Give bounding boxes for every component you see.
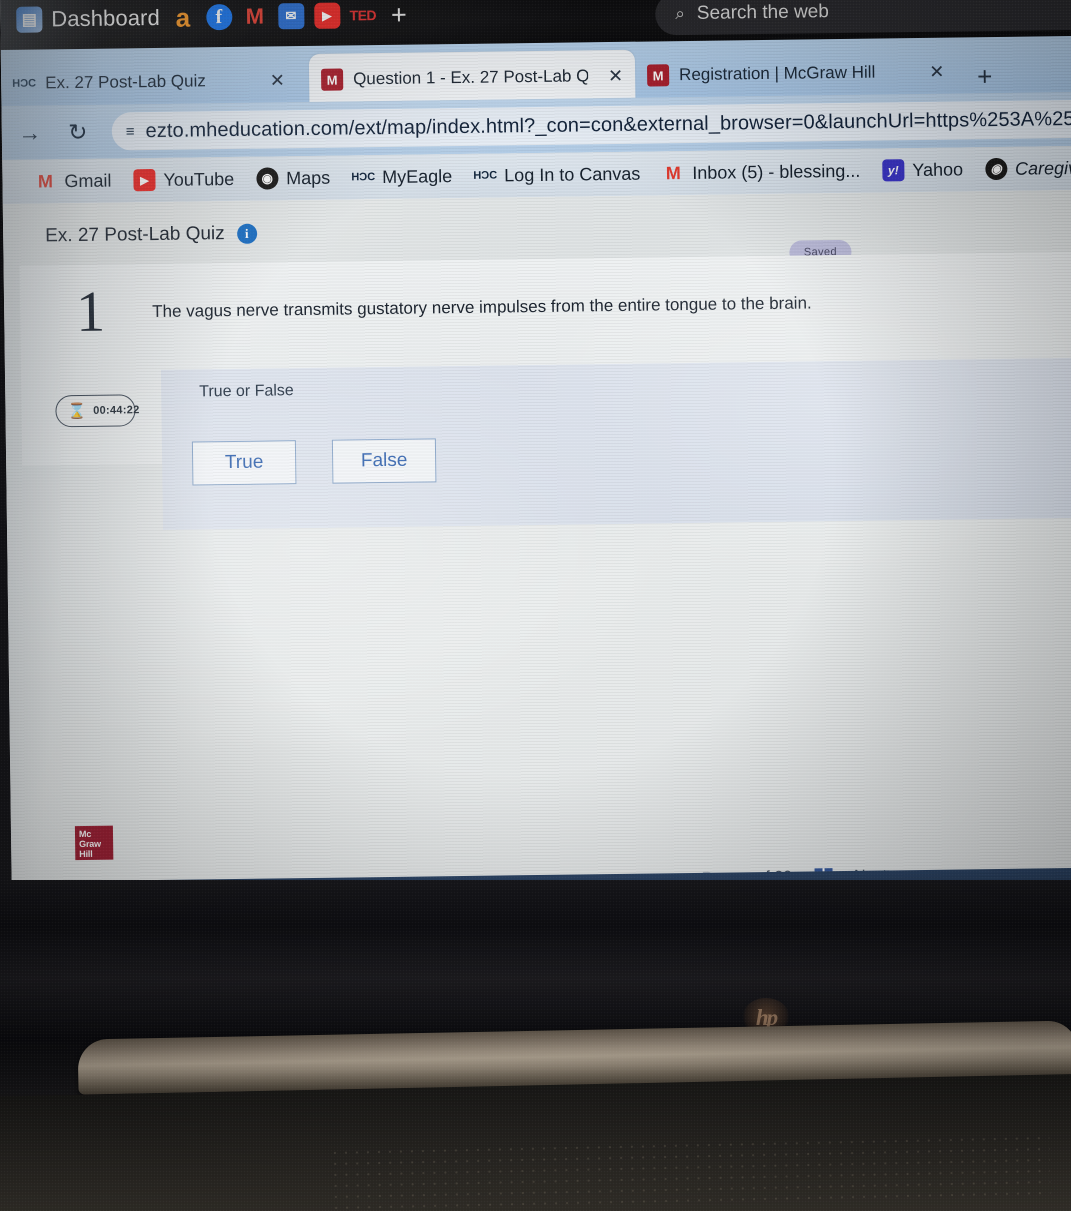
- choice-false-button[interactable]: False: [331, 438, 437, 484]
- facebook-icon[interactable]: f: [205, 3, 233, 31]
- youtube-icon[interactable]: ▶: [313, 2, 341, 29]
- dashboard-shortcut[interactable]: ▤ Dashboard: [16, 5, 160, 33]
- bookmark-label: Inbox (5) - blessing...: [692, 160, 861, 183]
- timer-value: 00:44:22: [93, 404, 140, 417]
- page-title: Ex. 27 Post-Lab Quiz i: [45, 223, 257, 248]
- tab-label: Ex. 27 Post-Lab Quiz: [45, 71, 206, 93]
- new-tab-button[interactable]: +: [977, 61, 993, 92]
- choice-list: True False: [191, 438, 437, 486]
- tab-close-icon[interactable]: ✕: [270, 70, 285, 91]
- quiz-title-text: Ex. 27 Post-Lab Quiz: [45, 223, 225, 247]
- dashboard-label: Dashboard: [51, 4, 161, 32]
- hcc-icon: HƆC: [351, 171, 376, 184]
- choice-true-button[interactable]: True: [191, 440, 297, 486]
- maps-icon: ◉: [256, 167, 279, 190]
- laptop-photo: ▤ Dashboard a f M ✉ ▶ TED + ⌕ Search the…: [0, 0, 1071, 1211]
- gmail-icon[interactable]: M: [242, 3, 268, 29]
- info-icon[interactable]: i: [236, 223, 257, 244]
- mcgraw-hill-icon: M: [646, 64, 670, 87]
- web-search-box[interactable]: ⌕ Search the web: [655, 0, 1071, 36]
- forward-icon[interactable]: →: [16, 119, 44, 146]
- tab-label: Registration | McGraw Hill: [678, 62, 876, 85]
- outlook-icon[interactable]: ✉: [277, 3, 305, 30]
- bookmark-label: Caregiver Applicat: [1014, 156, 1071, 179]
- quiz-page: Ex. 27 Post-Lab Quiz i Saved 1 The vagus…: [2, 189, 1071, 899]
- reload-icon[interactable]: ↻: [64, 118, 92, 145]
- mcgraw-hill-icon: M: [321, 68, 344, 91]
- hcc-icon: HƆC: [473, 169, 498, 182]
- hourglass-icon: ⌛: [67, 402, 87, 420]
- address-bar-url: ezto.mheducation.com/ext/map/index.html?…: [145, 107, 1071, 142]
- globe-icon: ◉: [984, 157, 1008, 181]
- bookmark-label: Yahoo: [912, 158, 964, 180]
- question-number: 1: [75, 278, 106, 345]
- bookmark-myeagle[interactable]: HƆC MyEagle: [351, 165, 453, 188]
- bookmark-gmail[interactable]: M Gmail: [34, 170, 112, 193]
- bookmark-label: YouTube: [163, 168, 235, 190]
- dashboard-icon: ▤: [16, 6, 43, 33]
- bookmark-label: Maps: [286, 167, 331, 188]
- address-bar[interactable]: ≡ ezto.mheducation.com/ext/map/index.htm…: [111, 99, 1071, 151]
- search-icon: ⌕: [675, 4, 685, 24]
- gmail-icon: M: [37, 170, 54, 192]
- bookmark-maps[interactable]: ◉ Maps: [256, 167, 330, 190]
- hcc-icon: HƆC: [12, 77, 37, 90]
- laptop-screen: ▤ Dashboard a f M ✉ ▶ TED + ⌕ Search the…: [0, 0, 1071, 899]
- tab-close-icon[interactable]: ✕: [608, 65, 623, 86]
- bookmark-yahoo[interactable]: y! Yahoo: [882, 158, 964, 182]
- amazon-icon[interactable]: a: [170, 2, 196, 32]
- gmail-icon: M: [665, 162, 681, 183]
- web-search-placeholder: Search the web: [696, 1, 830, 24]
- yahoo-icon: y!: [882, 159, 905, 182]
- bookmark-caregiver-application[interactable]: ◉ Caregiver Applicat: [984, 156, 1071, 181]
- tab-close-icon[interactable]: ✕: [929, 61, 944, 82]
- bookmark-label: Gmail: [64, 170, 112, 191]
- answer-type-label: True or False: [199, 382, 294, 401]
- tab-label: Question 1 - Ex. 27 Post-Lab Qu: [353, 66, 589, 89]
- mcgraw-hill-logo: Mc Graw Hill: [74, 825, 114, 861]
- site-settings-icon[interactable]: ≡: [126, 123, 134, 140]
- bookmark-label: MyEagle: [382, 165, 453, 187]
- question-timer: ⌛ 00:44:22: [55, 394, 140, 428]
- add-shortcut-icon[interactable]: +: [386, 0, 412, 29]
- bookmark-youtube[interactable]: ▶ YouTube: [133, 168, 235, 192]
- bookmark-inbox[interactable]: M Inbox (5) - blessing...: [662, 160, 861, 185]
- youtube-icon: ▶: [133, 168, 156, 192]
- bookmark-log-in-to-canvas[interactable]: HƆC Log In to Canvas: [473, 163, 641, 187]
- bookmark-label: Log In to Canvas: [504, 163, 641, 185]
- ted-icon[interactable]: TED: [349, 2, 376, 28]
